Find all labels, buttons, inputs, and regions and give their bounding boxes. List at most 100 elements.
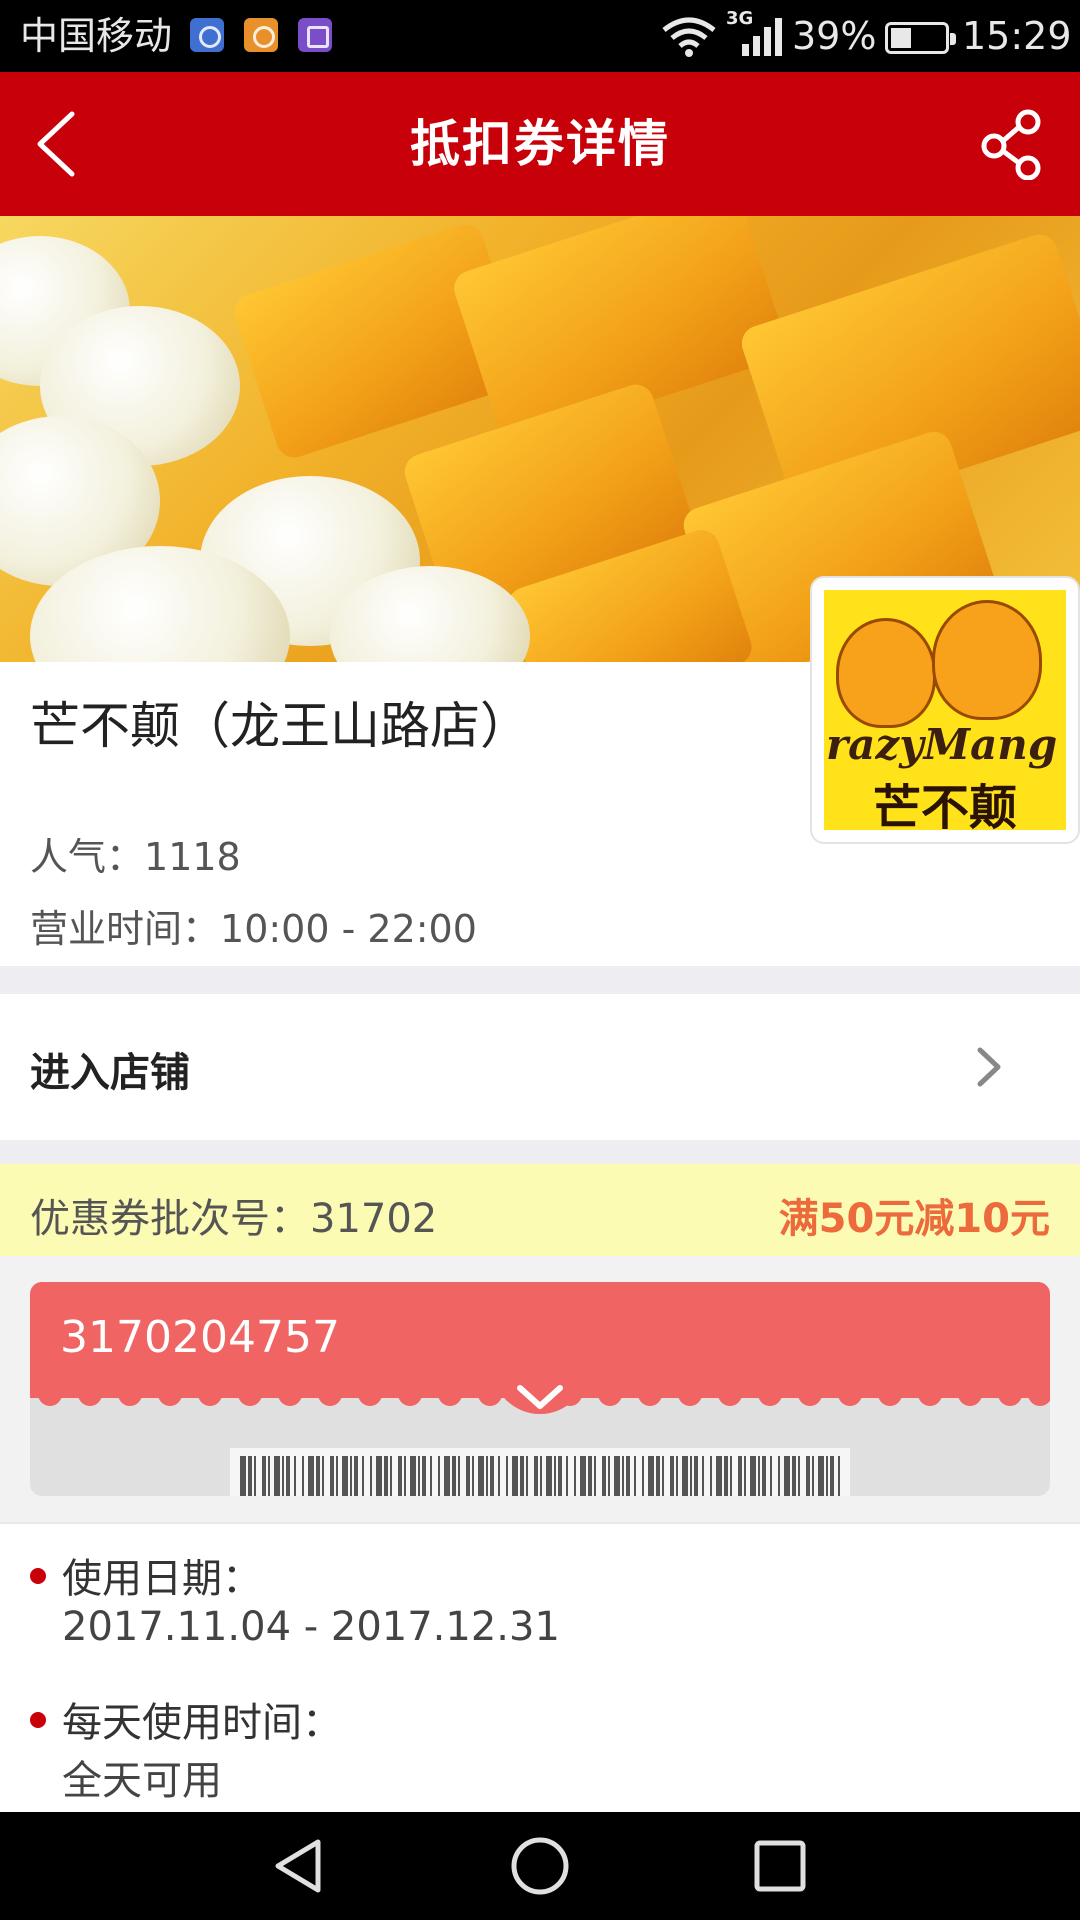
barcode-bar	[676, 1456, 678, 1496]
barcode-bar	[240, 1456, 246, 1496]
barcode-bar	[274, 1456, 280, 1496]
barcode-bar	[682, 1456, 688, 1496]
barcode-bar	[498, 1456, 500, 1496]
barcode-bar	[690, 1456, 692, 1496]
barcode-bar	[702, 1456, 704, 1496]
barcode-bar	[778, 1456, 780, 1496]
popularity-value: 1118	[144, 835, 241, 879]
enter-shop-row[interactable]: 进入店铺	[0, 994, 1080, 1140]
barcode-bar	[444, 1456, 450, 1496]
batch-value: 31702	[310, 1196, 438, 1242]
barcode-bar	[554, 1456, 556, 1496]
barcode-bar	[486, 1456, 488, 1496]
carrier-name: 中国移动	[20, 14, 173, 58]
barcode-bar	[316, 1456, 320, 1496]
barcode-bar	[648, 1456, 654, 1496]
barcode-bar	[404, 1456, 406, 1496]
bullet-dot	[30, 1568, 46, 1584]
barcode-bar	[758, 1456, 760, 1496]
popularity-row: 人气：1118	[30, 826, 241, 881]
barcode-bar	[376, 1456, 382, 1496]
barcode-bar	[806, 1456, 810, 1496]
barcode-bars	[240, 1456, 840, 1496]
barcode-bar	[798, 1456, 800, 1496]
page-title: 抵扣券详情	[410, 115, 670, 173]
barcode-bar	[594, 1456, 596, 1496]
barcode-bar	[282, 1456, 284, 1496]
maps-icon	[190, 18, 224, 52]
barcode-bar	[302, 1456, 304, 1496]
barcode-bar	[830, 1456, 834, 1496]
barcode-bar	[694, 1456, 698, 1496]
barcode-bar	[818, 1456, 824, 1496]
battery-icon	[885, 22, 956, 54]
barcode-bar	[534, 1456, 538, 1496]
barcode-bar	[670, 1456, 674, 1496]
status-bar: 中国移动 3G 39% 15:29	[0, 0, 1080, 72]
barcode-bar	[546, 1456, 552, 1496]
barcode-bar	[390, 1456, 392, 1496]
batch-label: 优惠券批次号：	[30, 1196, 310, 1242]
barcode-bar	[608, 1456, 610, 1496]
barcode-bar	[770, 1456, 772, 1496]
barcode-bar	[254, 1456, 256, 1496]
barcode	[230, 1448, 850, 1496]
barcode-bar	[762, 1456, 766, 1496]
gallery-icon	[298, 18, 332, 52]
barcode-bar	[812, 1456, 814, 1496]
barcode-bar	[398, 1456, 402, 1496]
popularity-label: 人气：	[30, 835, 145, 879]
barcode-bar	[724, 1456, 728, 1496]
nav-home-icon[interactable]	[508, 1834, 572, 1898]
barcode-bar	[466, 1456, 470, 1496]
signal-icon	[742, 18, 782, 56]
barcode-bar	[512, 1456, 518, 1496]
barcode-bar	[642, 1456, 644, 1496]
barcode-bar	[248, 1456, 252, 1496]
barcode-bar	[784, 1456, 790, 1496]
barcode-bar	[430, 1456, 432, 1496]
barcode-bar	[336, 1456, 338, 1496]
daily-time-label: 每天使用时间：	[62, 1700, 342, 1746]
batch-number: 优惠券批次号：31702	[30, 1186, 437, 1244]
barcode-bar	[656, 1456, 660, 1496]
barcode-bar	[478, 1456, 484, 1496]
barcode-bar	[286, 1456, 290, 1496]
barcode-bar	[710, 1456, 712, 1496]
daily-time-value: 全天可用	[62, 1758, 222, 1804]
barcode-bar	[418, 1456, 420, 1496]
barcode-bar	[634, 1456, 636, 1496]
barcode-bar	[566, 1456, 568, 1496]
bullet-dot	[30, 1712, 46, 1728]
system-nav-bar	[0, 1812, 1080, 1920]
barcode-bar	[268, 1456, 270, 1496]
barcode-bar	[370, 1456, 372, 1496]
nav-back-icon[interactable]	[268, 1834, 332, 1898]
barcode-bar	[294, 1456, 296, 1496]
share-icon[interactable]	[976, 108, 1048, 180]
barcode-bar	[716, 1456, 722, 1496]
barcode-bar	[354, 1456, 358, 1496]
barcode-bar	[602, 1456, 606, 1496]
barcode-bar	[526, 1456, 528, 1496]
barcode-bar	[472, 1456, 474, 1496]
barcode-bar	[792, 1456, 796, 1496]
barcode-bar	[750, 1456, 756, 1496]
clock: 15:29	[962, 14, 1072, 58]
nav-recents-icon[interactable]	[748, 1834, 812, 1898]
barcode-bar	[614, 1456, 620, 1496]
usage-details: 使用日期： 2017.11.04 - 2017.12.31 每天使用时间： 全天…	[0, 1522, 1080, 1812]
battery-percent: 39%	[792, 14, 877, 58]
barcode-bar	[662, 1456, 664, 1496]
expand-barcode-toggle[interactable]	[492, 1366, 588, 1430]
barcode-bar	[322, 1456, 324, 1496]
section-divider	[0, 1140, 1080, 1164]
hours-row: 营业时间：10:00 - 22:00	[30, 898, 477, 953]
logo-image: razyMang 芒不颠	[824, 590, 1066, 830]
coupon-card: 3170204757	[30, 1282, 1050, 1496]
section-divider	[0, 966, 1080, 994]
barcode-bar	[558, 1456, 562, 1496]
enter-shop-label: 进入店铺	[30, 1050, 190, 1096]
barcode-bar	[438, 1456, 440, 1496]
barcode-bar	[838, 1456, 840, 1496]
